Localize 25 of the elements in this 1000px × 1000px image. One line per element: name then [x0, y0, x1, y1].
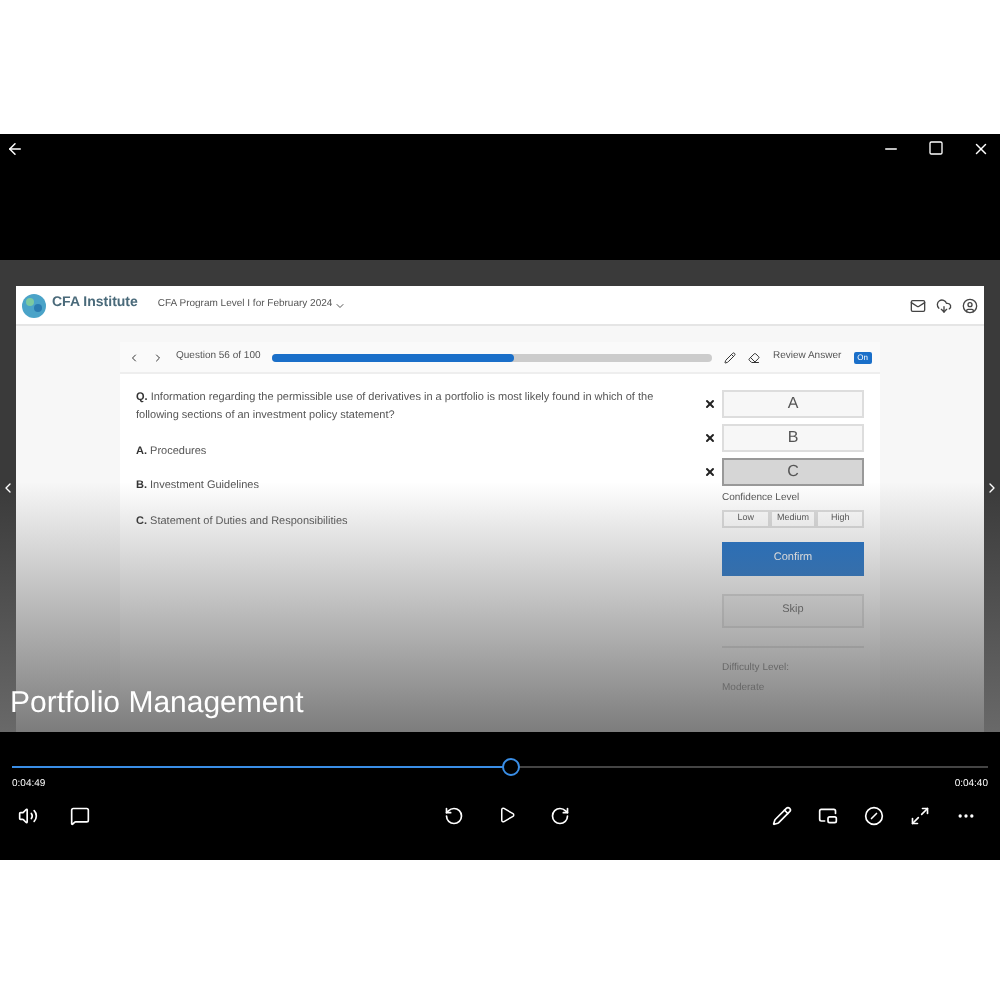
eliminate-icon[interactable]	[704, 466, 716, 478]
eraser-icon[interactable]	[748, 351, 761, 363]
answer-button[interactable]: B	[722, 424, 864, 452]
user-icon[interactable]	[962, 297, 978, 313]
fullscreen-icon[interactable]	[910, 805, 930, 825]
eliminate-icon[interactable]	[704, 432, 716, 444]
back-icon[interactable]	[6, 140, 24, 158]
close-icon[interactable]	[972, 140, 990, 158]
miniview-icon[interactable]	[818, 805, 838, 825]
cloud-icon[interactable]	[936, 297, 952, 313]
captions-icon[interactable]	[70, 805, 90, 825]
pencil-icon[interactable]	[724, 351, 737, 363]
maximize-icon[interactable]	[928, 140, 944, 156]
logo-icon	[22, 293, 46, 317]
volume-icon[interactable]	[18, 805, 38, 825]
rewind-icon[interactable]	[444, 805, 464, 825]
answer-button[interactable]: C	[722, 458, 864, 486]
answer-button[interactable]: A	[722, 390, 864, 418]
forward-icon[interactable]	[550, 805, 570, 825]
play-icon[interactable]	[498, 806, 516, 824]
mail-icon[interactable]	[910, 297, 926, 313]
video-title: Portfolio Management	[10, 683, 304, 723]
caret-icon	[334, 299, 347, 311]
eliminate-icon[interactable]	[704, 398, 716, 410]
seek-thumb[interactable]	[501, 758, 520, 776]
